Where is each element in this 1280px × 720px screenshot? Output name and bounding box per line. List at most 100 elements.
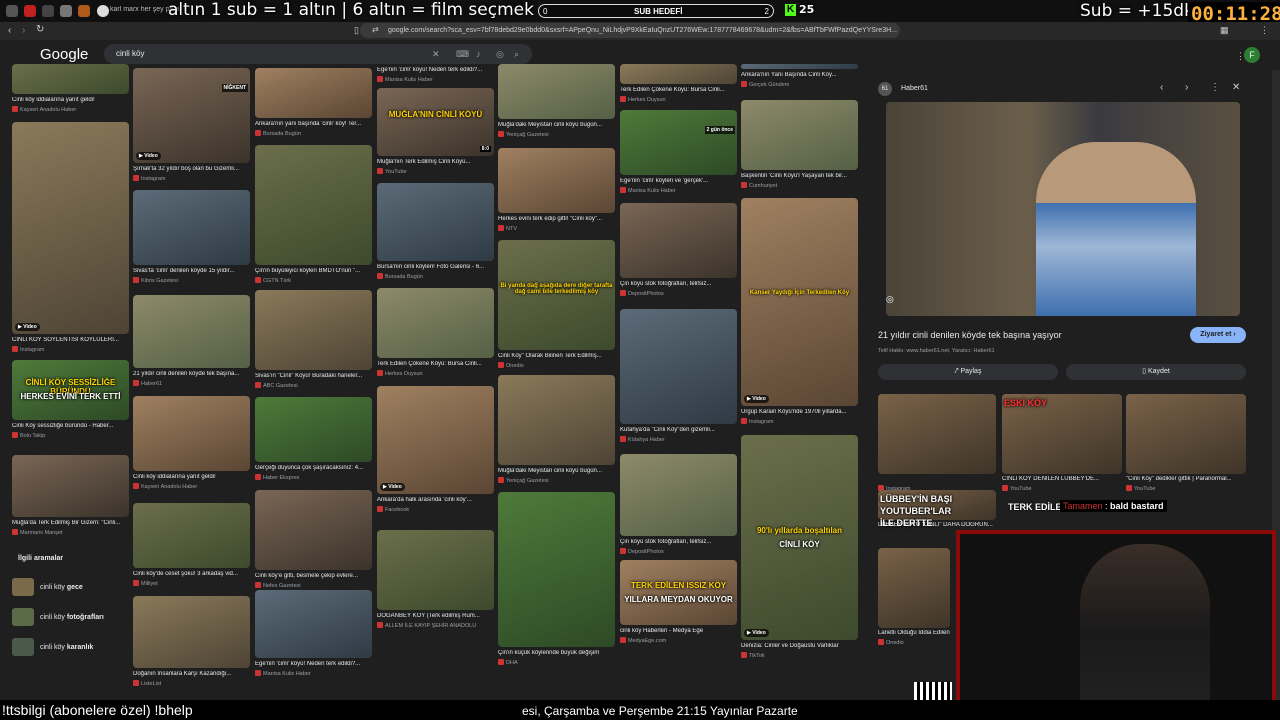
result-thumbnail[interactable] <box>498 240 615 350</box>
result-thumbnail[interactable] <box>133 396 250 471</box>
result-source[interactable]: Herkes Duysun <box>620 96 737 103</box>
back-icon[interactable]: ‹ <box>8 25 11 36</box>
result-caption[interactable]: Terk Edilen Çökene Köyü: Bursa Cinli... <box>377 361 494 367</box>
result-source[interactable]: DHA <box>498 659 615 666</box>
result-caption[interactable]: Ege'nin 'cinli' köyleri ve 'gerçek'... <box>620 178 737 184</box>
result-caption[interactable]: Çin'in küçük köylerinde büyük değişim <box>498 650 615 656</box>
related-search-item[interactable]: cinli köy gece <box>12 578 83 596</box>
result-thumbnail[interactable] <box>741 198 858 406</box>
image-result-card[interactable]: ▶ Video CİNLİ KÖY SÖYLENTİSİ KÖYLÜLERİ...… <box>12 122 129 356</box>
lens-icon[interactable]: ◎ <box>886 294 894 305</box>
result-thumbnail[interactable] <box>377 88 494 156</box>
reload-icon[interactable]: ↻ <box>36 24 44 35</box>
result-caption[interactable]: Lanetli Olduğu İddia Edilen... <box>878 630 950 636</box>
result-thumbnail[interactable] <box>498 375 615 465</box>
result-caption[interactable]: Cinli köy iddialarına yanıt geldi! <box>133 474 250 480</box>
close-icon[interactable]: ✕ <box>1232 82 1240 93</box>
result-source[interactable]: Manisa Kulis Haber <box>255 670 372 677</box>
image-result-card[interactable]: Bi yanda dağ aşağıda dere diğer tarafta … <box>498 240 615 372</box>
result-caption[interactable]: Herkes evini terk edip gitti! "Cinli köy… <box>498 216 615 222</box>
result-caption[interactable]: Cinli köy iddialarına yanıt geldi! <box>12 97 129 103</box>
result-source[interactable]: Bursada Bugün <box>377 273 494 280</box>
result-source[interactable]: Gerçek Gündem <box>741 81 858 88</box>
result-source[interactable]: YouTube <box>1002 485 1122 492</box>
image-result-card[interactable]: Ege'nin 'cinli' köyü! Neden terk edildi?… <box>377 64 494 86</box>
result-caption[interactable]: Ankara'nın Yanı Başında Cinli Köy... <box>741 72 858 78</box>
menu-icon[interactable]: ⋮ <box>1260 25 1269 36</box>
image-result-card[interactable]: Çin'in büyüleyici köyleri BMDTÖ'nün "...… <box>255 145 372 287</box>
result-source[interactable]: Instagram <box>12 346 129 353</box>
result-caption[interactable]: CİNLİ KÖY SÖYLENTİSİ KÖYLÜLERİ... <box>12 337 129 343</box>
panel-related-card[interactable]: Lanetli Olduğu İddia Edilen... Onedio <box>878 548 950 650</box>
image-result-card[interactable]: 2 gün önce Ege'nin 'cinli' köyleri ve 'ge… <box>620 110 737 197</box>
result-thumbnail[interactable] <box>12 64 129 94</box>
image-result-card[interactable]: Muğla'da Terk Edilmiş Bir Gizem: "Cinli.… <box>12 455 129 539</box>
result-thumbnail[interactable] <box>133 295 250 368</box>
clear-icon[interactable]: ✕ <box>432 49 440 60</box>
image-result-card[interactable]: Bursa'nın cinli köyleri! Foto Galerisi -… <box>377 183 494 283</box>
result-thumbnail[interactable] <box>255 145 372 265</box>
result-caption[interactable]: Denizia: Cinler ve Doğaüstü Varlıklar <box>741 643 858 649</box>
result-caption[interactable]: Gerçeği duyunca çok şaşıracaksınız: 4... <box>255 465 372 471</box>
image-result-card[interactable]: Başkentin 'Cinli Köyü'l Yaşayan tek bir.… <box>741 100 858 192</box>
result-source[interactable]: YouTube <box>377 168 494 175</box>
result-caption[interactable]: Çin köyü stok fotoğrafları, telifsiz... <box>620 281 737 287</box>
panel-source[interactable]: Haber61 <box>901 85 928 92</box>
result-source[interactable]: DepositPhotos <box>620 548 737 555</box>
result-source[interactable]: CGTN Türk <box>255 277 372 284</box>
panel-related-card[interactable]: ESKİ KÖY CİNLİ KÖY DENİLEN LÜBBEY'DE... Yo… <box>1002 394 1122 496</box>
result-source[interactable]: Yeniçağ Gazetesi <box>498 477 615 484</box>
result-caption[interactable]: Terk Edilen Çökene Köyü: Bursa Cinli... <box>620 87 737 93</box>
result-thumbnail[interactable] <box>620 560 737 625</box>
result-caption[interactable]: CİNLİ KÖY DENİLEN LÜBBEY'DE... <box>1002 476 1122 482</box>
result-source[interactable]: Kütahya Haber <box>620 436 737 443</box>
result-source[interactable]: Marmaris Manşet <box>12 529 129 536</box>
tab-icon[interactable] <box>78 5 90 17</box>
result-source[interactable]: TikTok <box>741 652 858 659</box>
result-caption[interactable]: Sivas'ta 'cinli' denilen köyde 15 yıldır… <box>133 268 250 274</box>
site-info-icon[interactable]: ⇄ <box>372 25 379 34</box>
result-caption[interactable]: Şırnak'ta 32 yıldır boş olan bu Gizemli.… <box>133 166 250 172</box>
image-result-card[interactable]: ▶ Video NİĞKENT Şırnak'ta 32 yıldır boş ol… <box>133 68 250 185</box>
result-source[interactable]: ListeList <box>133 680 250 687</box>
youtube-tab-icon[interactable] <box>24 5 36 17</box>
result-caption[interactable]: Kütahya'da "Cinli Köy"den gizemli... <box>620 427 737 433</box>
result-caption[interactable]: Doğanın İnsanlara Karşı Kazandığı... <box>133 671 250 677</box>
visit-button[interactable]: Ziyaret et › <box>1190 327 1246 343</box>
result-thumbnail[interactable] <box>498 492 615 647</box>
result-thumbnail[interactable] <box>620 110 737 175</box>
image-result-card[interactable]: 90'lı yıllarda boşaltılan CİNLİ KÖY ▶ Vide… <box>741 435 858 662</box>
panel-title[interactable]: 21 yıldır cinli denilen köyde tek başına… <box>878 330 1062 340</box>
github-tab-icon[interactable] <box>60 5 72 17</box>
result-source[interactable]: Kibris Gazetesi <box>133 277 250 284</box>
result-source[interactable]: ABC Gazetesi <box>255 382 372 389</box>
preview-image[interactable]: ◎ <box>886 102 1240 316</box>
result-caption[interactable]: Çin'in büyüleyici köyleri BMDTÖ'nün "... <box>255 268 372 274</box>
image-result-card[interactable]: Ankara'nın Yanı Başında Cinli Köy... Gerç… <box>741 64 858 91</box>
result-thumbnail[interactable] <box>741 100 858 170</box>
result-caption[interactable]: Ege'nin 'cinli' köyü! Neden terk edildi?… <box>377 67 494 73</box>
result-source[interactable]: ALLEM İLE KAYIP ŞEHİR ANADOLU <box>377 622 494 629</box>
result-caption[interactable]: Cinli köy'de ceset şoku! 3 arkadaş vid..… <box>133 571 250 577</box>
search-icon[interactable]: ⌕ <box>514 49 519 60</box>
image-result-card[interactable]: MUĞLA'NIN CİNLİ KÖYÜ 8:0 Muğla'nın Terk Ed… <box>377 88 494 178</box>
related-search-item[interactable]: cinli köy karanlık <box>12 638 93 656</box>
result-caption[interactable]: Muğla'daki Meyistan cinli köyü bugün... <box>498 122 615 128</box>
result-thumbnail[interactable] <box>133 68 250 163</box>
image-result-card[interactable]: Cinli köy iddialarına yanıt geldi! Kayser… <box>12 64 129 116</box>
image-result-card[interactable]: Doğanın İnsanlara Karşı Kazandığı... List… <box>133 596 250 690</box>
mic-icon[interactable]: ♪ <box>476 49 481 59</box>
result-caption[interactable]: Cinli Köy" Olarak Bilinen Terk Edilmiş..… <box>498 353 615 359</box>
result-source[interactable]: Kayseri Anadolu Haber <box>12 106 129 113</box>
search-input[interactable]: cinli köy <box>116 49 144 58</box>
result-caption[interactable]: Bursa'nın cinli köyleri! Foto Galerisi -… <box>377 264 494 270</box>
result-source[interactable]: Cumhuriyet <box>741 182 858 189</box>
tab-icon[interactable] <box>42 5 54 17</box>
google-logo[interactable]: Google <box>40 46 88 63</box>
panel-related-card[interactable]: Instagram <box>878 394 996 496</box>
result-source[interactable]: Manisa Kulis Haber <box>377 76 494 83</box>
image-result-card[interactable]: Ankara'nın yanı başında 'cinli' köy! Ter… <box>255 68 372 140</box>
result-thumbnail[interactable] <box>377 530 494 610</box>
result-thumbnail[interactable] <box>377 288 494 358</box>
result-source[interactable]: Milliyet <box>133 580 250 587</box>
